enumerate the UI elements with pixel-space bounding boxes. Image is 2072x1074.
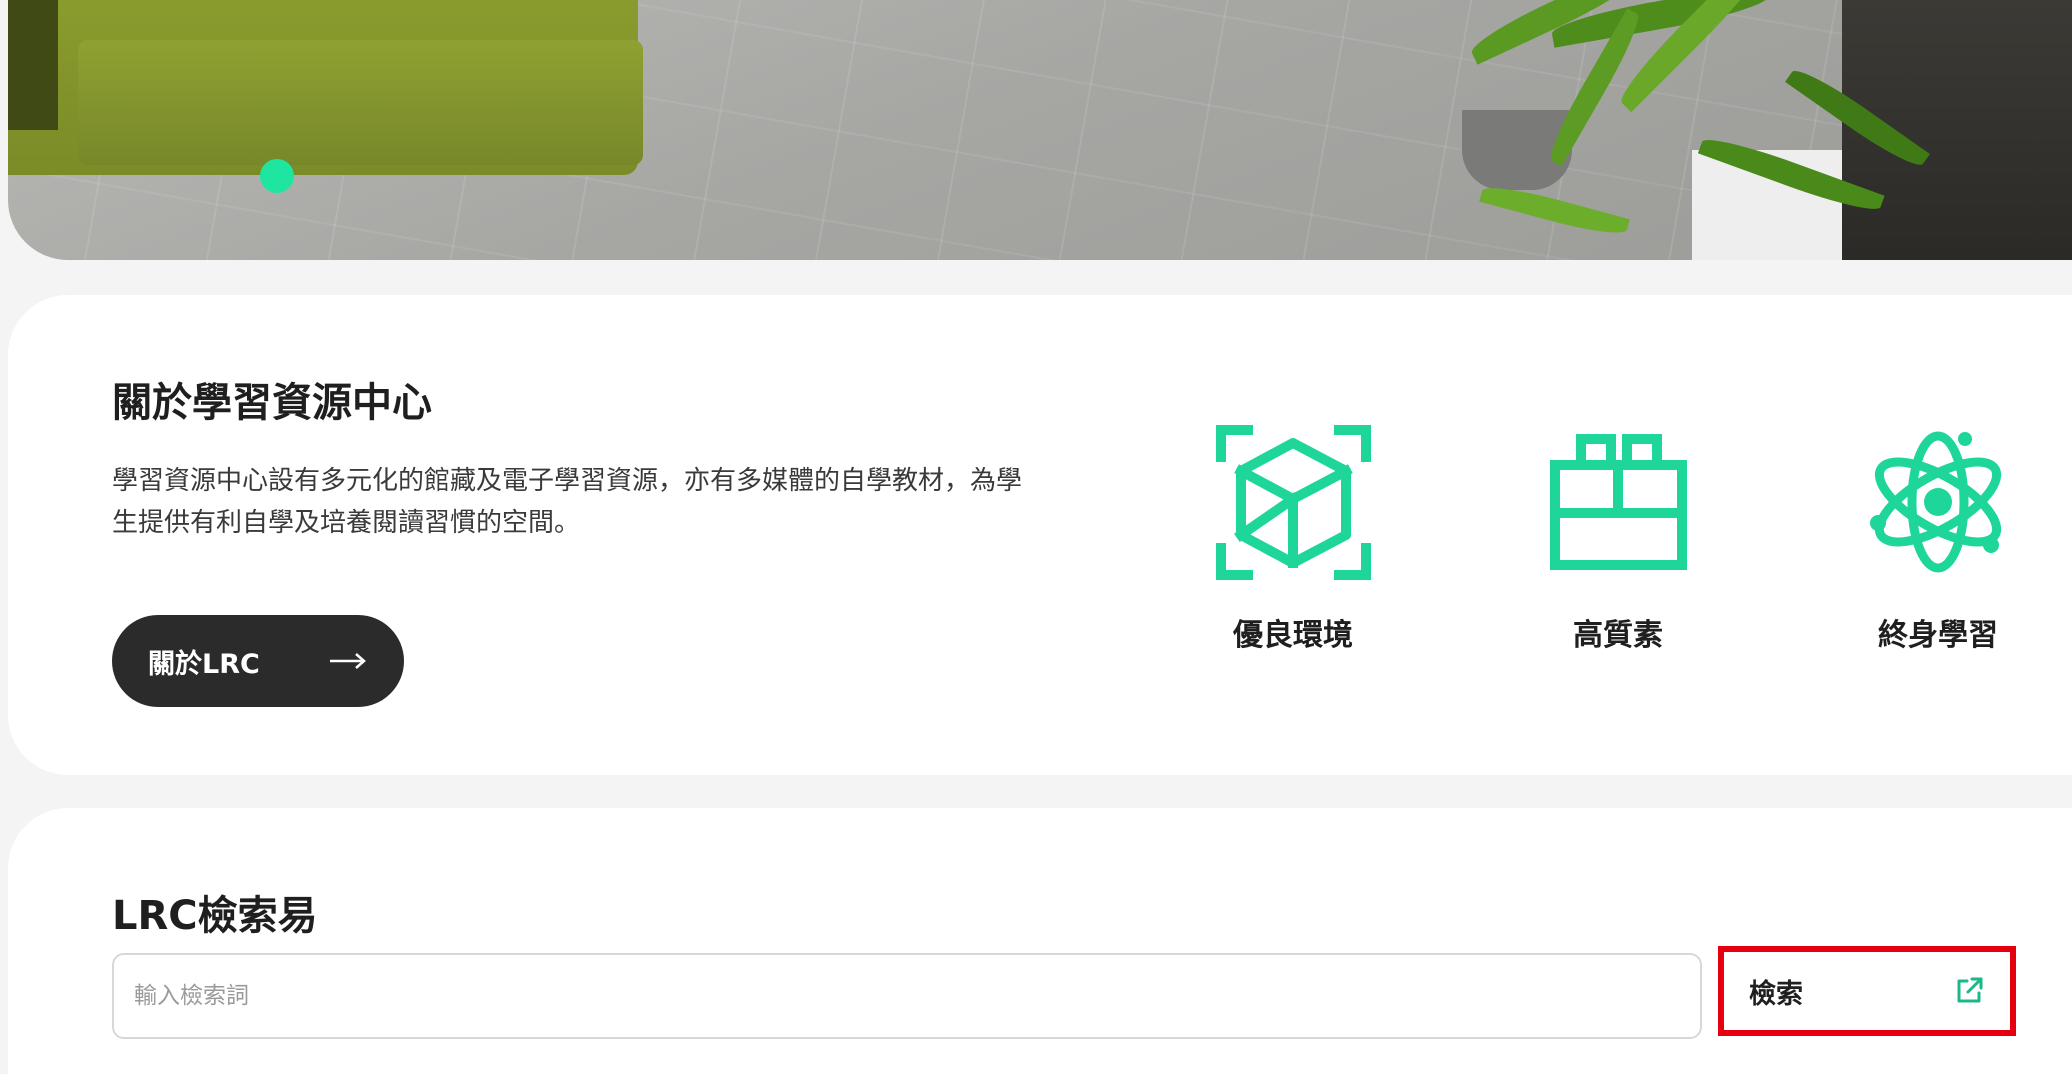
- search-input[interactable]: [112, 953, 1702, 1039]
- feature-quality-label: 高質素: [1573, 618, 1663, 653]
- plants: [1252, 0, 2072, 260]
- about-section: 關於學習資源中心 學習資源中心設有多元化的館藏及電子學習資源，亦有多媒體的自學教…: [8, 295, 2072, 775]
- building-blocks-icon: [1549, 434, 1687, 570]
- about-lrc-button-label: 關於LRC: [148, 648, 260, 680]
- carousel-dot-active[interactable]: [260, 159, 294, 193]
- sofa: [8, 0, 643, 175]
- atom-icon: [1869, 431, 2001, 573]
- feature-quality: 高質素: [1523, 425, 1713, 654]
- hero-banner-image: [8, 0, 2072, 260]
- about-lrc-button[interactable]: 關於LRC: [112, 615, 404, 707]
- search-button-label: 檢索: [1749, 978, 1803, 1010]
- search-title: LRC檢索易: [112, 893, 318, 939]
- search-button[interactable]: 檢索: [1727, 954, 2007, 1028]
- search-section: LRC檢索易 檢索: [8, 808, 2072, 1074]
- feature-environment-label: 優良環境: [1233, 618, 1353, 653]
- feature-lifelong-learning: 終身學習: [1843, 425, 2033, 654]
- feature-lifelong-learning-label: 終身學習: [1878, 618, 1998, 653]
- about-description-line2: 生提供有利自學及培養閱讀習慣的空間。: [112, 508, 581, 538]
- about-description-line1: 學習資源中心設有多元化的館藏及電子學習資源，亦有多媒體的自學教材，為學: [112, 466, 1023, 496]
- cube-icon: [1215, 425, 1371, 580]
- external-link-icon: [1957, 977, 1983, 1003]
- about-title: 關於學習資源中心: [112, 380, 432, 426]
- about-description: 學習資源中心設有多元化的館藏及電子學習資源，亦有多媒體的自學教材，為學 生提供有…: [112, 460, 1092, 544]
- feature-environment: 優良環境: [1198, 425, 1388, 654]
- arrow-right-icon: [330, 653, 366, 669]
